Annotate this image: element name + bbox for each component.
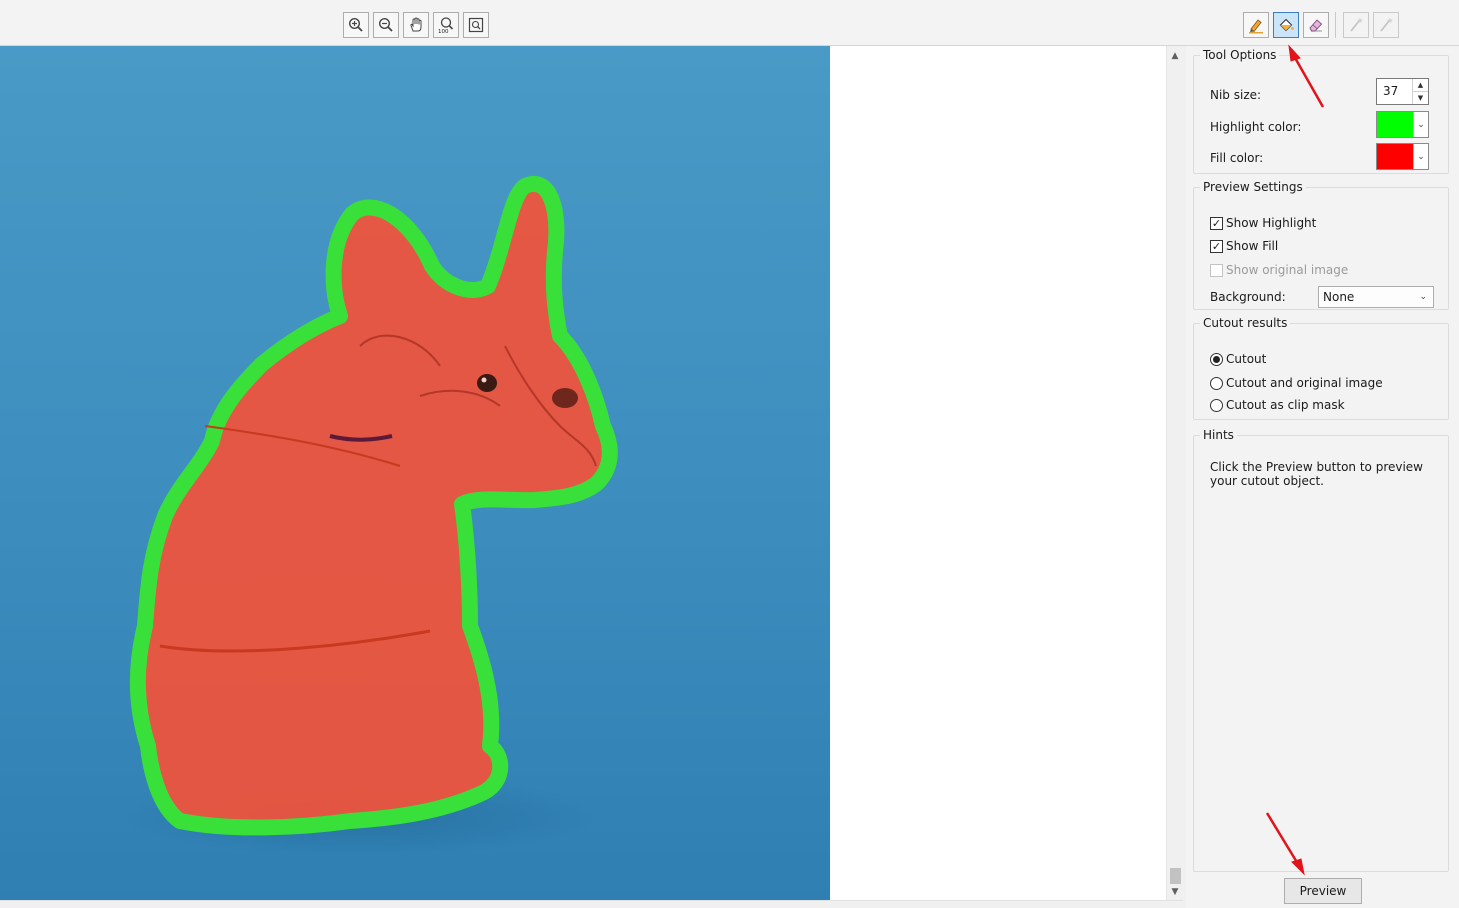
scroll-up-arrow[interactable]: ▲ [1167,48,1183,64]
dog-eye [477,374,497,392]
background-row: Background: [1210,290,1286,304]
radio-selected-icon[interactable] [1210,352,1223,366]
toolbar-separator [1335,12,1336,38]
zoom-in-button[interactable] [343,12,369,38]
dog-photo[interactable] [0,46,830,900]
preview-settings-title: Preview Settings [1203,180,1303,194]
scroll-down-arrow[interactable]: ▼ [1167,884,1183,900]
eraser-tool-button[interactable] [1303,12,1329,38]
preview-button[interactable]: Preview [1284,878,1362,904]
cutout-results-title: Cutout results [1203,316,1288,330]
magic-wand-button-2[interactable] [1373,12,1399,38]
zoom-out-icon [378,17,393,32]
radio-cutout[interactable]: Cutout [1210,352,1266,366]
tool-options-title: Tool Options [1203,48,1277,62]
scroll-thumb[interactable] [1170,868,1181,884]
fill-color-label: Fill color: [1210,151,1264,165]
zoom-100-icon: 100 [438,17,454,34]
zoom-in-icon [348,17,363,32]
top-toolbar: 100 [0,0,1459,46]
show-highlight-label: Show Highlight [1226,216,1317,230]
options-panel: Tool Options Nib size: 37 ▲ ▼ Highlight … [1186,46,1459,908]
nib-size-row: Nib size: [1210,88,1261,102]
radio-unselected-icon[interactable] [1210,376,1223,390]
eraser-icon [1309,19,1323,32]
radio-unselected-icon[interactable] [1210,398,1223,412]
background-value: None [1323,290,1355,304]
zoom-100-button[interactable]: 100 [433,12,459,38]
nib-down-arrow[interactable]: ▼ [1413,91,1428,104]
radio-cutout-clip-mask[interactable]: Cutout as clip mask [1210,398,1345,412]
checkbox-checked-icon[interactable]: ✓ [1210,216,1223,230]
fill-color-swatch[interactable] [1377,144,1414,169]
magic-wand-icon [1380,17,1393,32]
nib-size-value[interactable]: 37 [1377,79,1412,104]
magic-wand-button[interactable] [1343,12,1369,38]
checkbox-checked-icon[interactable]: ✓ [1210,239,1223,253]
chevron-down-icon[interactable]: ⌄ [1414,144,1428,169]
vertical-scrollbar[interactable]: ▲ ▼ [1166,46,1183,900]
photo-svg [0,46,830,900]
tool-options-group: Tool Options Nib size: 37 ▲ ▼ Highlight … [1193,48,1449,174]
zoom-100-text: 100 [438,29,449,34]
fit-screen-icon [468,17,484,33]
hints-title: Hints [1203,428,1234,442]
highlight-color-swatch[interactable] [1377,112,1414,137]
cutout-results-group: Cutout results Cutout Cutout and origina… [1193,316,1449,420]
fit-screen-button[interactable] [463,12,489,38]
show-original-label: Show original image [1226,263,1349,277]
radio-cutout-label: Cutout [1226,352,1267,366]
hand-icon [410,17,422,32]
fill-tool-button[interactable] [1273,12,1299,38]
highlight-marker-icon [1249,19,1263,34]
highlight-color-label: Highlight color: [1210,120,1302,134]
nib-up-arrow[interactable]: ▲ [1413,79,1428,91]
show-original-checkbox[interactable]: Show original image [1210,263,1348,277]
fill-bucket-icon [1279,18,1294,32]
show-fill-checkbox[interactable]: ✓ Show Fill [1210,239,1278,253]
preview-settings-group: Preview Settings ✓ Show Highlight ✓ Show… [1193,180,1449,310]
nib-size-stepper[interactable]: 37 ▲ ▼ [1376,78,1429,105]
hints-group: Hints Click the Preview button to previe… [1193,428,1449,872]
show-fill-label: Show Fill [1226,239,1279,253]
chevron-down-icon: ⌄ [1419,292,1427,302]
radio-cutout-and-original[interactable]: Cutout and original image [1210,376,1383,390]
pan-hand-button[interactable] [403,12,429,38]
background-label: Background: [1210,290,1286,304]
magic-wand-icon [1350,17,1363,32]
highlight-color-row: Highlight color: [1210,120,1301,134]
nib-size-label: Nib size: [1210,88,1262,102]
image-canvas[interactable] [0,46,1166,900]
hints-text: Click the Preview button to preview your… [1210,460,1423,488]
fill-color-picker[interactable]: ⌄ [1376,143,1429,170]
show-highlight-checkbox[interactable]: ✓ Show Highlight [1210,216,1316,230]
background-select[interactable]: None ⌄ [1318,286,1434,308]
bottom-strip [0,900,1183,908]
checkbox-unchecked-icon[interactable] [1210,263,1223,277]
radio-cutout-clip-mask-label: Cutout as clip mask [1226,398,1345,412]
fill-color-row: Fill color: [1210,151,1263,165]
dog-nose [552,388,578,408]
chevron-down-icon[interactable]: ⌄ [1414,112,1428,137]
highlight-tool-button[interactable] [1243,12,1269,38]
highlight-color-picker[interactable]: ⌄ [1376,111,1429,138]
radio-cutout-and-original-label: Cutout and original image [1226,376,1383,390]
zoom-out-button[interactable] [373,12,399,38]
